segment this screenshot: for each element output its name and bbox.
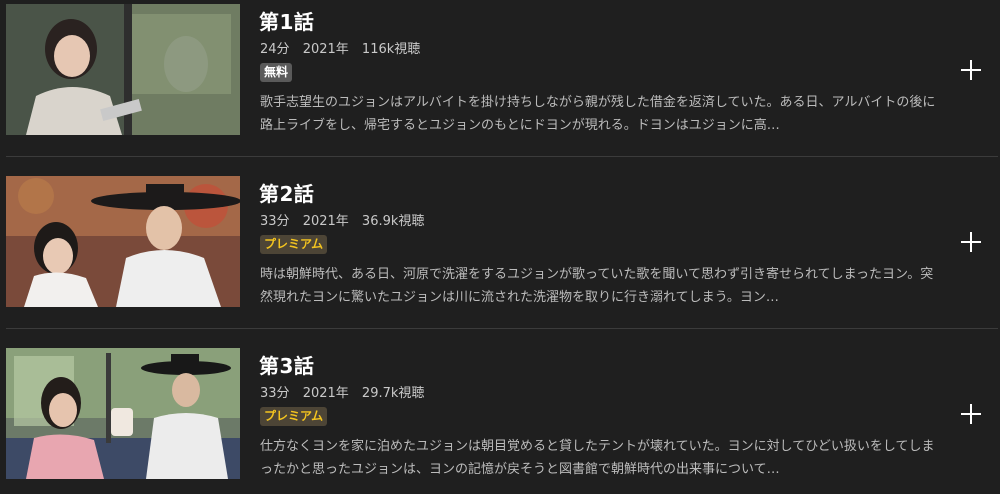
episode-description: 時は朝鮮時代、ある日、河原で洗濯をするユジョンが歌っていた歌を聞いて思わず引き寄… bbox=[260, 267, 934, 305]
episode-views: 36.9k視聴 bbox=[361, 214, 425, 229]
episode-meta: 33分 2021年 36.9k視聴 bbox=[260, 210, 433, 229]
episode-year: 2021年 bbox=[302, 386, 349, 401]
premium-badge: プレミアム bbox=[260, 235, 328, 254]
episode-views: 29.7k視聴 bbox=[361, 386, 425, 401]
episode-duration: 33分 bbox=[260, 214, 290, 229]
free-badge: 無料 bbox=[260, 63, 293, 82]
episode-thumbnail-3[interactable] bbox=[6, 348, 240, 479]
plus-icon[interactable] bbox=[959, 402, 983, 426]
episode-list: 第1話 24分 2021年 116k視聴 無料 歌手志望生のユジョンはアルバイト… bbox=[0, 0, 1000, 492]
episode-year: 2021年 bbox=[302, 42, 349, 57]
episode-year: 2021年 bbox=[302, 214, 349, 229]
divider bbox=[6, 156, 998, 157]
episode-title[interactable]: 第1話 bbox=[259, 6, 314, 35]
episode-title[interactable]: 第3話 bbox=[259, 350, 314, 379]
episode-meta: 33分 2021年 29.7k視聴 bbox=[260, 382, 433, 401]
episode-thumbnail-2[interactable] bbox=[6, 176, 240, 307]
plus-icon[interactable] bbox=[959, 58, 983, 82]
episode-thumbnail-1[interactable] bbox=[6, 4, 240, 135]
episode-description: 仕方なくヨンを家に泊めたユジョンは朝目覚めると貸したテントが壊れていた。ヨンに対… bbox=[260, 439, 935, 477]
episode-meta: 24分 2021年 116k視聴 bbox=[260, 38, 429, 57]
episode-views: 116k視聴 bbox=[361, 42, 421, 57]
divider bbox=[6, 328, 998, 329]
premium-badge: プレミアム bbox=[260, 407, 328, 426]
episode-item-2[interactable]: 第2話 33分 2021年 36.9k視聴 プレミアム 時は朝鮮時代、ある日、河… bbox=[0, 172, 1000, 322]
episode-duration: 24分 bbox=[260, 42, 290, 57]
episode-duration: 33分 bbox=[260, 386, 290, 401]
episode-description: 歌手志望生のユジョンはアルバイトを掛け持ちしながら親が残した借金を返済していた。… bbox=[260, 95, 936, 133]
episode-item-1[interactable]: 第1話 24分 2021年 116k視聴 無料 歌手志望生のユジョンはアルバイト… bbox=[0, 0, 1000, 150]
plus-icon[interactable] bbox=[959, 230, 983, 254]
episode-item-3[interactable]: 第3話 33分 2021年 29.7k視聴 プレミアム 仕方なくヨンを家に泊めた… bbox=[0, 344, 1000, 494]
episode-title[interactable]: 第2話 bbox=[259, 178, 314, 207]
